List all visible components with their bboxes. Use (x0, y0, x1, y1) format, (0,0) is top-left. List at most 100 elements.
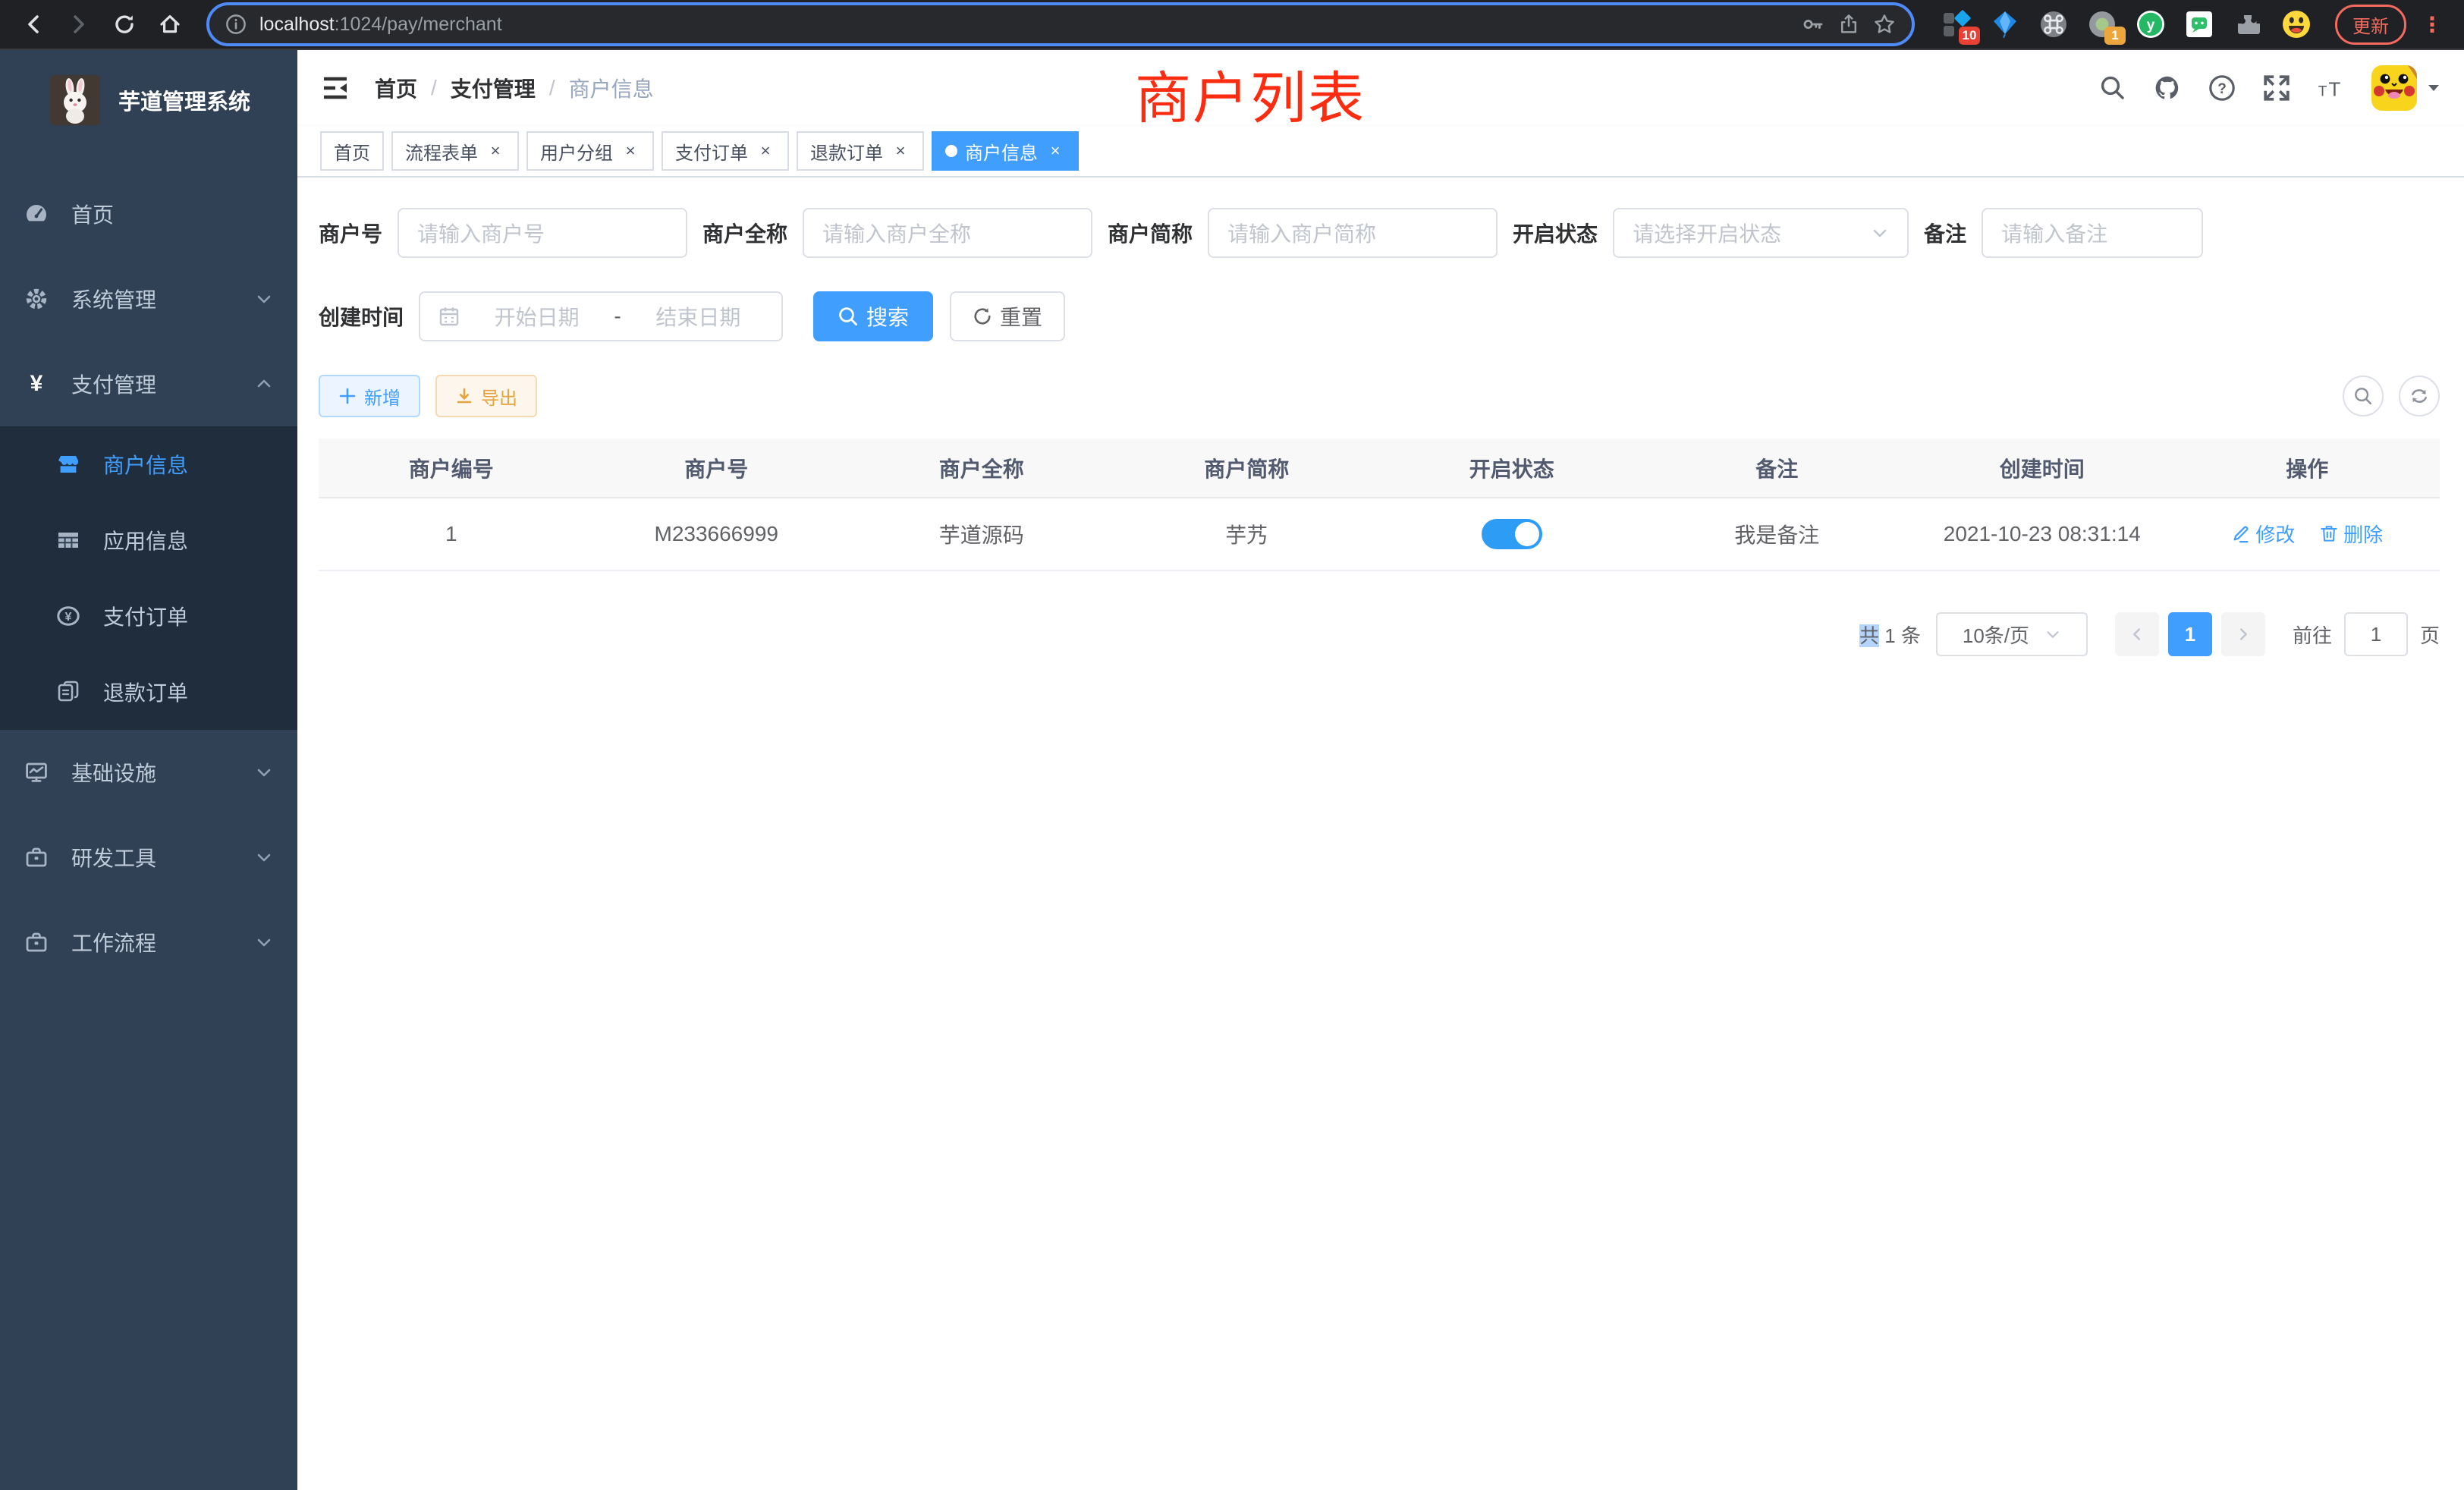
user-avatar[interactable] (2371, 65, 2417, 111)
passwords-key-icon[interactable] (1801, 12, 1825, 36)
search-button[interactable]: 搜索 (813, 291, 933, 341)
browser-menu-icon[interactable]: ⋮ (2415, 12, 2449, 37)
sidebar-item-system[interactable]: 系统管理 (0, 256, 297, 341)
extension-tampermonkey-icon[interactable]: 10 (1942, 10, 1971, 39)
table-toolbar: 新增 导出 (319, 375, 2440, 417)
page-content: 商户号 请输入商户号 商户全称 请输入商户全称 商户简称 请输入商户简称 开启状… (297, 178, 2464, 1490)
browser-back-icon[interactable] (15, 6, 52, 42)
browser-update-button[interactable]: 更新 (2335, 5, 2406, 45)
table-grid-icon (56, 528, 80, 552)
edit-link[interactable]: 修改 (2231, 520, 2295, 548)
sidebar-item-pay-order[interactable]: ¥ 支付订单 (0, 578, 297, 654)
user-menu[interactable] (2371, 65, 2441, 111)
fullscreen-icon[interactable] (2262, 74, 2291, 102)
tab-user-group[interactable]: 用户分组× (526, 131, 654, 171)
chevron-down-icon (2044, 626, 2061, 643)
tab-refund-order[interactable]: 退款订单× (797, 131, 924, 171)
extension-kite-icon[interactable] (1991, 10, 2019, 39)
github-icon[interactable] (2153, 74, 2182, 102)
address-bar[interactable]: localhost:1024/pay/merchant (209, 5, 1912, 43)
sidebar-item-pay[interactable]: ¥ 支付管理 (0, 341, 297, 426)
status-label: 开启状态 (1513, 218, 1613, 248)
sidebar-collapse-icon[interactable] (320, 73, 350, 103)
full-name-input[interactable]: 请输入商户全称 (803, 208, 1092, 258)
close-icon[interactable]: × (486, 141, 505, 161)
goto-label: 前往 (2293, 621, 2332, 649)
tab-pay-order[interactable]: 支付订单× (662, 131, 789, 171)
breadcrumb-home[interactable]: 首页 (375, 73, 417, 103)
tab-merchant-info[interactable]: 商户信息× (932, 131, 1079, 171)
merchant-no-input[interactable]: 请输入商户号 (398, 208, 687, 258)
col-remark: 备注 (1645, 439, 1910, 498)
toggle-search-button[interactable] (2343, 376, 2384, 417)
page-number-1[interactable]: 1 (2168, 612, 2212, 656)
extension-yuque-icon[interactable]: y (2136, 10, 2165, 39)
next-page-button[interactable] (2221, 612, 2265, 656)
sidebar-item-devtools[interactable]: 研发工具 (0, 815, 297, 900)
cell-merchant-no: M233666999 (584, 498, 850, 571)
toolbox-icon (24, 845, 49, 869)
chevron-down-icon (255, 933, 273, 951)
filter-row-1: 商户号 请输入商户号 商户全称 请输入商户全称 商户简称 请输入商户简称 开启状… (319, 208, 2440, 258)
help-icon[interactable]: ? (2208, 74, 2236, 102)
sidebar-item-app-info[interactable]: 应用信息 (0, 502, 297, 578)
share-icon[interactable] (1837, 13, 1860, 36)
profile-emoji-avatar[interactable] (2282, 10, 2311, 39)
yen-circle-icon: ¥ (56, 604, 80, 628)
extension-command-icon[interactable] (2039, 10, 2068, 39)
delete-link[interactable]: 删除 (2319, 520, 2383, 548)
caret-down-icon[interactable] (2426, 80, 2441, 96)
chevron-down-icon (255, 290, 273, 308)
sidebar-menu: 首页 系统管理 ¥ 支付管理 (0, 171, 297, 985)
breadcrumb-pay[interactable]: 支付管理 (451, 73, 536, 103)
browser-forward-icon[interactable] (61, 6, 97, 42)
close-icon[interactable]: × (621, 141, 640, 161)
header-search-icon[interactable] (2098, 74, 2127, 102)
sidebar-item-infra[interactable]: 基础设施 (0, 730, 297, 815)
reset-button[interactable]: 重置 (950, 291, 1065, 341)
status-select[interactable]: 请选择开启状态 (1613, 208, 1909, 258)
url-text[interactable]: localhost:1024/pay/merchant (259, 14, 1789, 36)
tab-process-form[interactable]: 流程表单× (391, 131, 519, 171)
font-size-icon[interactable]: TT (2317, 74, 2346, 102)
add-button[interactable]: 新增 (319, 375, 420, 417)
annotation-title: 商户列表 (1135, 53, 1366, 134)
goto-page-input[interactable]: 1 (2344, 612, 2408, 656)
breadcrumb-current: 商户信息 (569, 73, 654, 103)
svg-text:¥: ¥ (65, 611, 72, 624)
extension-chat-icon[interactable] (2185, 10, 2214, 39)
close-icon[interactable]: × (1045, 141, 1065, 161)
active-tab-dot (945, 145, 957, 157)
chevron-down-icon (255, 848, 273, 866)
svg-text:T: T (2318, 83, 2327, 99)
end-date-placeholder: 结束日期 (633, 301, 763, 332)
sidebar-logo[interactable]: 芋道管理系统 (0, 50, 297, 150)
short-name-input[interactable]: 请输入商户简称 (1208, 208, 1498, 258)
pay-submenu: 商户信息 应用信息 ¥ 支付订单 (0, 426, 297, 730)
cell-id: 1 (319, 498, 584, 571)
bookmark-star-icon[interactable] (1872, 12, 1897, 36)
sidebar-item-refund-order[interactable]: 退款订单 (0, 654, 297, 730)
prev-page-button[interactable] (2115, 612, 2159, 656)
extensions-puzzle-icon[interactable] (2233, 10, 2262, 39)
close-icon[interactable]: × (891, 141, 910, 161)
sidebar-item-merchant-info[interactable]: 商户信息 (0, 426, 297, 502)
chevron-down-icon (1871, 224, 1889, 242)
date-separator: - (614, 304, 621, 328)
extension-recorder-icon[interactable]: 1 (2088, 10, 2117, 39)
remark-input[interactable]: 请输入备注 (1982, 208, 2203, 258)
sidebar-item-home[interactable]: 首页 (0, 171, 297, 256)
close-icon[interactable]: × (756, 141, 775, 161)
merchant-no-label: 商户号 (319, 218, 398, 248)
sidebar-item-workflow[interactable]: 工作流程 (0, 900, 297, 985)
page-size-select[interactable]: 10条/页 (1936, 612, 2088, 656)
tags-view: 首页 流程表单× 用户分组× 支付订单× 退款订单× 商户信息× (297, 126, 2464, 178)
site-info-icon[interactable] (225, 13, 247, 36)
create-time-range-input[interactable]: 开始日期 - 结束日期 (419, 291, 783, 341)
browser-reload-icon[interactable] (106, 6, 143, 42)
status-toggle[interactable] (1482, 519, 1542, 549)
refresh-button[interactable] (2399, 376, 2440, 417)
browser-home-icon[interactable] (152, 6, 188, 42)
export-button[interactable]: 导出 (435, 375, 537, 417)
tab-home[interactable]: 首页 (320, 131, 384, 171)
